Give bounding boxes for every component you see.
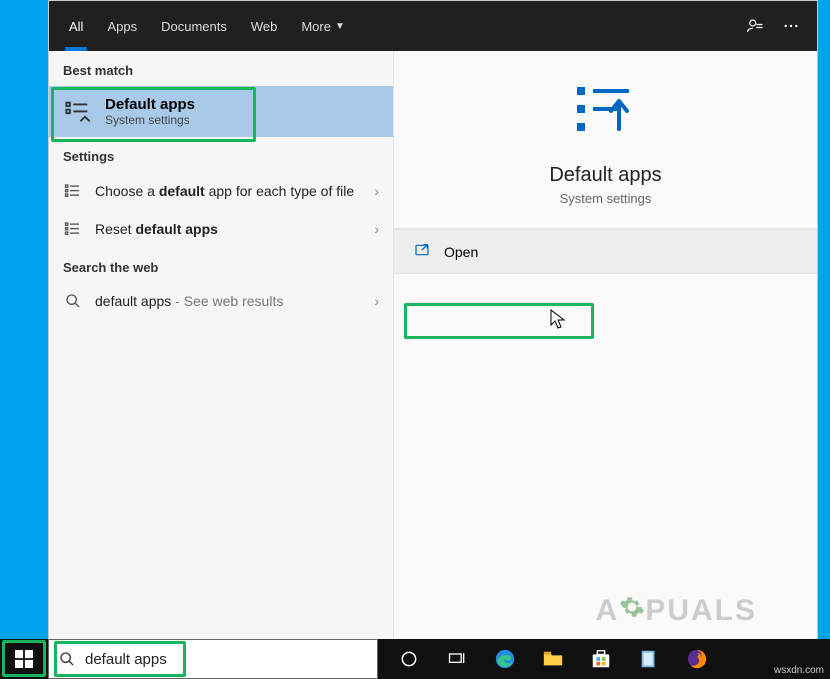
tab-web[interactable]: Web [239, 1, 290, 51]
default-apps-large-icon [571, 81, 641, 146]
result-reset-default-apps[interactable]: Reset default apps › [49, 210, 393, 248]
taskbar-search[interactable] [48, 639, 378, 679]
watermark: A PUALS [596, 594, 757, 628]
result-choose-default-per-filetype[interactable]: Choose a default app for each type of fi… [49, 172, 393, 210]
windows-logo-icon [15, 650, 33, 668]
tab-apps[interactable]: Apps [95, 1, 149, 51]
taskbar-app-edge[interactable] [482, 639, 528, 679]
preview-header: Default apps System settings [394, 51, 817, 229]
annotation-highlight [404, 303, 594, 339]
result-label: Reset default apps [95, 221, 362, 237]
taskbar-app-file-explorer[interactable] [530, 639, 576, 679]
more-options-icon[interactable] [773, 17, 809, 35]
cortana-button[interactable] [386, 639, 432, 679]
settings-list-icon [63, 97, 93, 127]
result-default-apps[interactable]: Default apps System settings [49, 86, 393, 137]
tab-documents[interactable]: Documents [149, 1, 239, 51]
results-column: Best match Default apps System settings … [49, 51, 394, 640]
taskbar-app-notepad[interactable] [626, 639, 672, 679]
result-subtitle: System settings [105, 113, 195, 127]
tab-more-label: More [301, 19, 331, 34]
list-icon [63, 182, 83, 200]
result-label: Choose a default app for each type of fi… [95, 183, 362, 199]
chevron-right-icon: › [374, 293, 379, 309]
search-input[interactable] [85, 640, 377, 678]
cursor-icon [550, 309, 568, 331]
action-open-label: Open [444, 244, 478, 260]
preview-column: Default apps System settings Open A PUAL… [394, 51, 817, 640]
preview-title: Default apps [549, 164, 661, 187]
open-icon [414, 242, 430, 261]
tab-all[interactable]: All [57, 1, 95, 51]
search-icon [63, 293, 83, 309]
section-search-web: Search the web [49, 248, 393, 283]
action-open[interactable]: Open [394, 229, 817, 274]
source-credit: wsxdn.com [774, 665, 824, 676]
start-search-panel: All Apps Documents Web More ▼ Best match [48, 0, 818, 641]
task-view-button[interactable] [434, 639, 480, 679]
result-web-default-apps[interactable]: default apps - See web results › [49, 283, 393, 319]
taskbar-app-firefox[interactable] [674, 639, 720, 679]
preview-subtitle: System settings [560, 191, 652, 206]
taskbar-app-microsoft-store[interactable] [578, 639, 624, 679]
chevron-right-icon: › [374, 221, 379, 237]
chevron-down-icon: ▼ [335, 21, 345, 32]
start-button[interactable] [0, 639, 48, 679]
result-title: Default apps [105, 96, 195, 113]
list-icon [63, 220, 83, 238]
tab-more[interactable]: More ▼ [289, 1, 357, 51]
result-label: default apps - See web results [95, 293, 362, 309]
gear-icon [619, 594, 645, 628]
chevron-right-icon: › [374, 183, 379, 199]
search-tabs: All Apps Documents Web More ▼ [49, 1, 817, 51]
section-settings: Settings [49, 137, 393, 172]
taskbar-icons [378, 639, 830, 679]
section-best-match: Best match [49, 51, 393, 86]
taskbar [0, 639, 830, 679]
feedback-icon[interactable] [737, 17, 773, 35]
search-icon [49, 651, 85, 667]
